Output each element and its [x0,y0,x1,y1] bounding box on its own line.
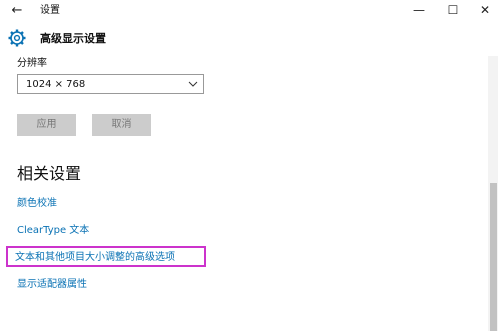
back-button[interactable]: ← [8,3,26,19]
close-button[interactable]: ✕ [470,1,500,19]
page-header: 高级显示设置 [0,24,500,54]
resolution-dropdown[interactable]: 1024 × 768 [17,74,204,94]
window-title: 设置 [40,5,60,16]
resolution-label: 分辨率 [17,58,47,69]
page-title: 高级显示设置 [40,32,106,45]
related-settings-title: 相关设置 [17,164,82,183]
scrollbar-thumb[interactable] [490,183,497,331]
title-bar: ← 设置 — ☐ ✕ [0,0,500,22]
maximize-button[interactable]: ☐ [438,1,468,19]
resolution-value: 1024 × 768 [26,79,86,90]
gear-icon [8,29,26,47]
cancel-button[interactable]: 取消 [92,114,151,136]
chevron-down-icon [188,81,198,87]
cleartype-text-link[interactable]: ClearType 文本 [17,224,89,237]
highlight-box [6,246,206,267]
apply-button[interactable]: 应用 [17,114,76,136]
color-calibration-link[interactable]: 颜色校准 [17,197,57,210]
display-adapter-properties-link[interactable]: 显示适配器属性 [17,278,87,291]
minimize-button[interactable]: — [404,1,434,19]
